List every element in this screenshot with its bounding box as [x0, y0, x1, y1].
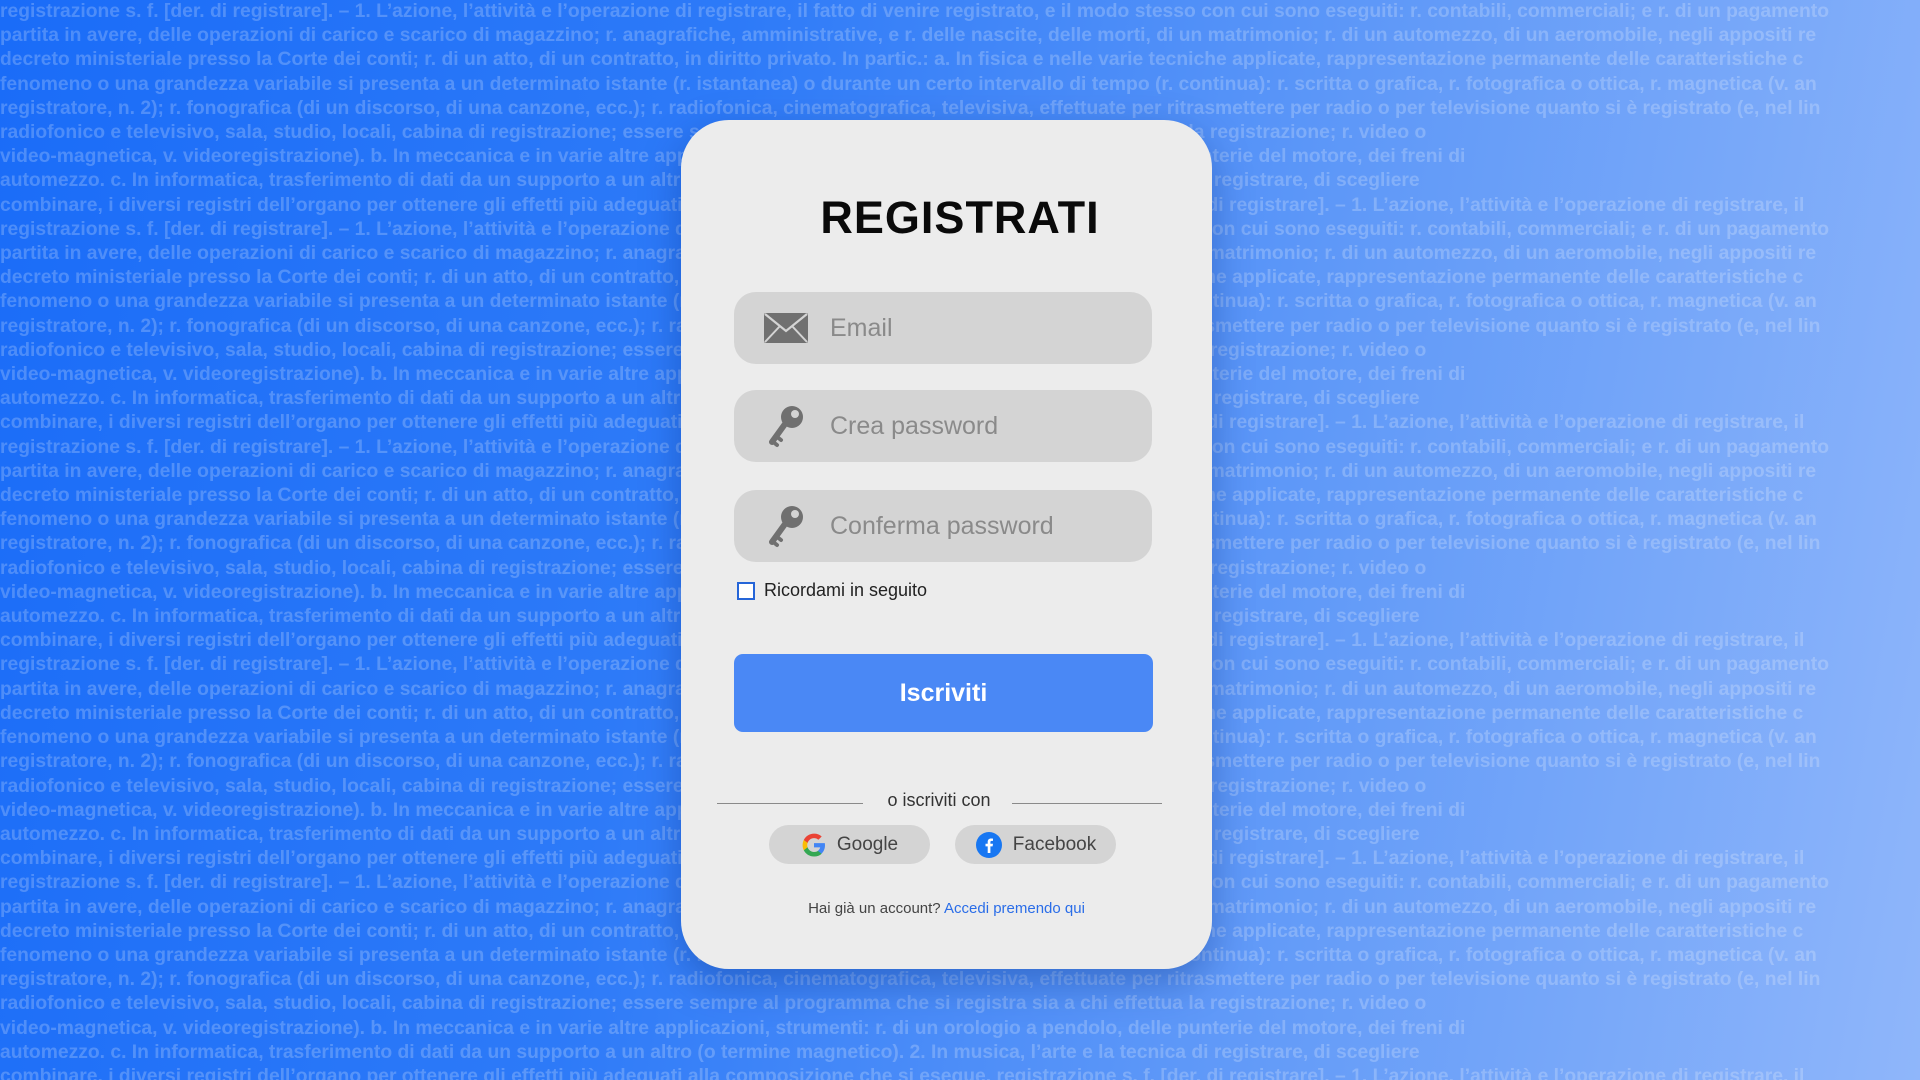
google-label: Google: [836, 833, 899, 855]
footer: Hai già un account? Accedi premendo qui: [681, 900, 1212, 917]
background-text-line: partita in avere, delle operazioni di ca…: [0, 25, 1817, 47]
password-field-wrapper[interactable]: [734, 390, 1152, 462]
footer-text: Hai già un account?: [808, 900, 944, 917]
background-text-line: registratore, n. 2); r. fonografica (di …: [0, 969, 1821, 991]
background-text-line: combinare, i diversi registri dell’organ…: [0, 1065, 1805, 1080]
background-text-line: automezzo. c. In informatica, trasferime…: [0, 1041, 1420, 1063]
key-icon: [762, 502, 810, 550]
confirm-password-input[interactable]: [828, 510, 1132, 542]
register-button[interactable]: Iscriviti: [734, 654, 1153, 732]
google-icon: [801, 832, 827, 858]
key-icon: [762, 402, 810, 450]
background-text-line: decreto ministeriale presso la Corte dei…: [0, 49, 1804, 71]
background-text-line: radiofonico e televisivo, sala, studio, …: [0, 993, 1427, 1015]
remember-label: Ricordami in seguito: [764, 580, 928, 600]
create-password-input[interactable]: [828, 410, 1132, 442]
confirm-password-field-wrapper[interactable]: [734, 490, 1152, 562]
facebook-icon: [975, 831, 1003, 859]
background-text-line: video-magnetica, v. videoregistrazione).…: [0, 1017, 1466, 1039]
google-button[interactable]: Google: [769, 825, 930, 864]
background-text-line: registrazione s. f. [der. di registrare]…: [0, 1, 1829, 22]
divider-right: [1012, 803, 1162, 804]
background-text-line: fenomeno o una grandezza variabile si pr…: [0, 73, 1817, 95]
login-link[interactable]: Accedi premendo qui: [944, 900, 1085, 917]
envelope-icon: [762, 304, 810, 352]
email-field-wrapper[interactable]: [734, 292, 1152, 364]
divider-left: [717, 803, 863, 804]
page-title: REGISTRATI: [820, 192, 1100, 243]
email-input[interactable]: [828, 312, 1132, 344]
divider-text: o iscriviti con: [887, 790, 991, 810]
remember-checkbox[interactable]: [737, 581, 755, 600]
facebook-label: Facebook: [1012, 833, 1097, 855]
remember-me[interactable]: Ricordami in seguito: [737, 580, 927, 601]
background-text-line: registratore, n. 2); r. fonografica (di …: [0, 97, 1821, 119]
facebook-button[interactable]: Facebook: [955, 825, 1116, 864]
